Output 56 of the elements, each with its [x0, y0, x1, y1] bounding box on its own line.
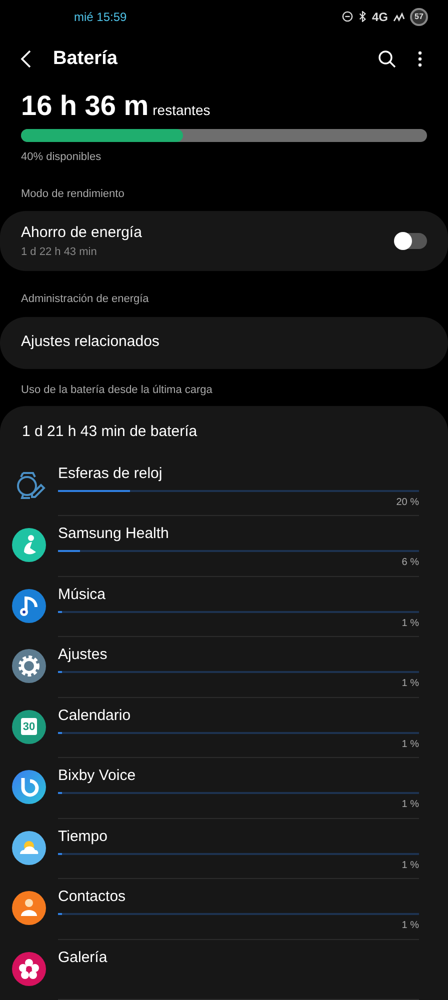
- toggle-switch[interactable]: [395, 233, 427, 250]
- battery-indicator: 57: [410, 8, 428, 26]
- section-header: Uso de la batería desde la última carga: [20, 382, 214, 398]
- app-name: Contactos: [58, 887, 127, 908]
- status-time: mié 15:59: [74, 8, 127, 26]
- calendar-icon: 30: [12, 710, 46, 744]
- app-usage-row[interactable]: Música 1 %: [0, 576, 448, 638]
- app-usage-row[interactable]: Esferas de reloj 20 %: [0, 456, 448, 516]
- row-title: Ahorro de energía: [21, 222, 142, 243]
- do-not-disturb-icon: [342, 11, 353, 22]
- network-label: 4G: [372, 8, 388, 26]
- app-name: Bixby Voice: [58, 766, 137, 786]
- usage-percent: 20 %: [396, 496, 419, 510]
- weather-icon: [12, 830, 46, 865]
- usage-percent: 1 %: [402, 798, 419, 812]
- app-name: Galería: [58, 948, 108, 968]
- section-header: Administración de energía: [20, 292, 150, 308]
- more-options-icon[interactable]: [418, 50, 422, 67]
- person-icon: [12, 891, 46, 926]
- app-usage-row[interactable]: Contactos 1 %: [0, 879, 448, 940]
- app-usage-row[interactable]: Tiempo 1 %: [0, 818, 448, 880]
- app-name: Ajustes: [58, 645, 108, 666]
- app-usage-row[interactable]: 30 Calendario 1 %: [0, 698, 448, 758]
- back-icon[interactable]: [20, 50, 32, 68]
- remaining-time: 16 h 36 m: [21, 88, 149, 123]
- usage-percent: 1 %: [402, 677, 419, 692]
- health-icon: [12, 528, 46, 562]
- app-usage-row[interactable]: Ajustes 1 %: [0, 637, 448, 698]
- page-title: Batería: [53, 46, 118, 71]
- available-label: 40% disponibles: [20, 150, 102, 166]
- usage-percent: 1 %: [402, 858, 419, 873]
- signal-icon: [393, 12, 405, 22]
- remaining-label: restantes: [152, 100, 210, 120]
- bluetooth-icon: [358, 11, 367, 22]
- row-subtitle: 1 d 22 h 43 min: [21, 245, 98, 260]
- gear-icon: [12, 649, 46, 684]
- usage-percent: 6 %: [402, 556, 419, 570]
- app-name: Esferas de reloj: [58, 464, 164, 484]
- app-name: Samsung Health: [58, 524, 170, 544]
- app-usage-row[interactable]: Galería: [0, 940, 448, 1000]
- flower-icon: [12, 952, 46, 986]
- usage-percent: 1 %: [402, 919, 419, 934]
- bixby-icon: [12, 770, 46, 804]
- app-name: Tiempo: [58, 826, 108, 847]
- usage-percent: 1 %: [402, 738, 419, 752]
- app-name: Música: [58, 584, 107, 605]
- app-usage-row[interactable]: Bixby Voice 1 %: [0, 758, 448, 819]
- search-icon[interactable]: [378, 50, 396, 68]
- power-saving-row[interactable]: Ahorro de energía 1 d 22 h 43 min: [0, 211, 448, 272]
- app-usage-row[interactable]: Samsung Health 6 %: [0, 516, 448, 577]
- app-name: Calendario: [58, 706, 132, 726]
- music-note-icon: [12, 588, 46, 623]
- usage-percent: 1 %: [402, 616, 419, 631]
- usage-total: 1 d 21 h 43 min de batería: [21, 422, 198, 442]
- settings-link-row[interactable]: Ajustes relacionados: [0, 316, 448, 369]
- section-header: Modo de rendimiento: [20, 186, 126, 202]
